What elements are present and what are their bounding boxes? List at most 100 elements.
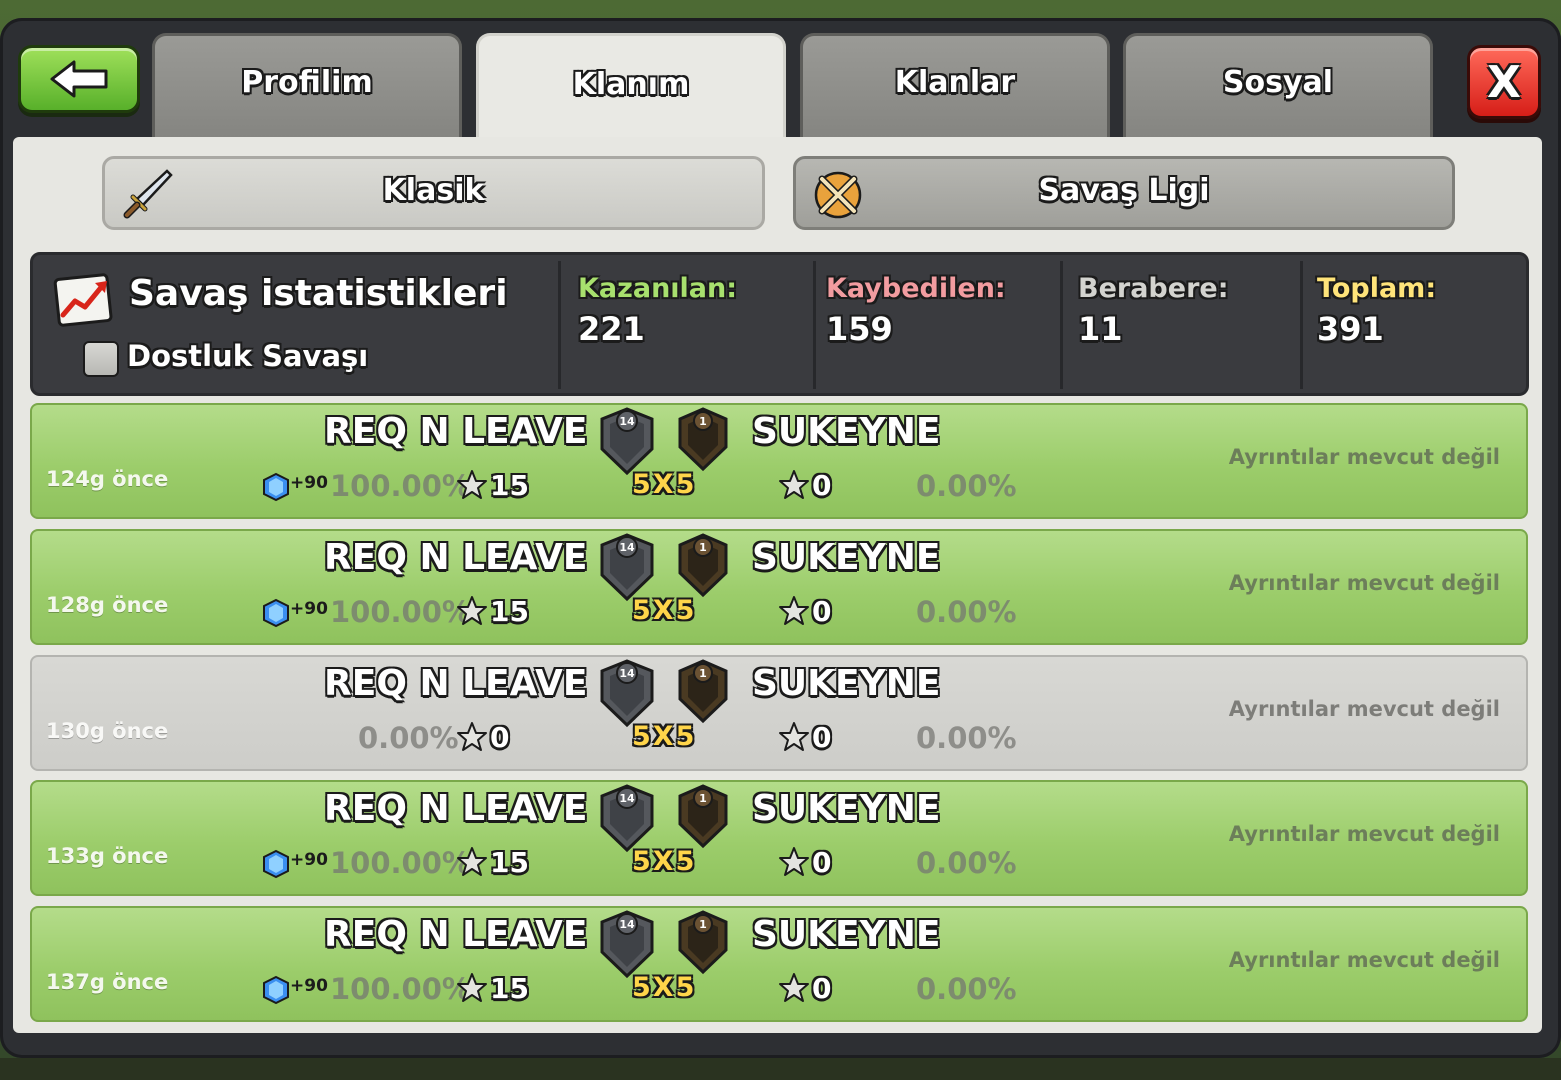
enemy-clan-name: SUKEYNE (752, 411, 941, 452)
stats-title: Savaş istatistikleri (129, 273, 508, 314)
friendly-war-label: Dostluk Savaşı (127, 339, 369, 373)
clan-badge-icon: 1 (678, 407, 728, 472)
clan-badge-icon: 14 (600, 659, 654, 728)
home-stars: 15 (490, 469, 529, 502)
enemy-stars: 0 (812, 972, 832, 1005)
enemy-destruction: 0.00% (916, 972, 1017, 1006)
clan-badge-icon: 1 (678, 784, 728, 849)
star-icon (779, 596, 809, 625)
stat-won: Kazanılan: 221 (578, 273, 737, 348)
war-size: 5X5 (632, 469, 697, 500)
star-icon (457, 470, 487, 499)
war-log-row[interactable]: 124g önce REQ N LEAVE +90 100.00% 15 14 … (30, 403, 1528, 519)
stat-lost-value: 159 (826, 310, 893, 348)
stat-won-value: 221 (578, 310, 645, 348)
home-destruction: 100.00% (330, 972, 471, 1006)
home-stars: 15 (490, 846, 529, 879)
enemy-destruction: 0.00% (916, 846, 1017, 880)
xp-gem-icon (263, 975, 289, 1005)
war-details-link[interactable]: Ayrıntılar mevcut değil (1229, 445, 1500, 469)
svg-text:14: 14 (619, 792, 635, 805)
war-xp: +90 (290, 850, 328, 870)
war-size: 5X5 (632, 721, 697, 752)
enemy-clan-name: SUKEYNE (752, 537, 941, 578)
war-xp: +90 (290, 599, 328, 619)
war-details-link[interactable]: Ayrıntılar mevcut değil (1229, 948, 1500, 972)
stats-divider (558, 261, 561, 389)
clan-badge-icon: 14 (600, 910, 654, 979)
war-league-label: Savaş Ligi (1038, 173, 1210, 208)
war-league-button[interactable]: Savaş Ligi (793, 156, 1455, 230)
tab-profile-label: Profilim (241, 65, 373, 100)
tab-social-label: Sosyal (1222, 65, 1334, 100)
home-clan-name: REQ N LEAVE (324, 788, 588, 829)
chart-icon (53, 273, 113, 327)
xp-gem-icon (263, 849, 289, 879)
clan-badge-icon: 1 (678, 659, 728, 724)
stats-divider (1300, 261, 1303, 389)
svg-text:1: 1 (699, 792, 707, 805)
tab-profile[interactable]: Profilim (152, 33, 462, 137)
friendly-war-checkbox[interactable] (83, 341, 119, 377)
svg-text:1: 1 (699, 918, 707, 931)
svg-text:14: 14 (619, 415, 635, 428)
svg-text:1: 1 (699, 667, 707, 680)
classic-war-label: Klasik (382, 173, 485, 208)
arrow-left-icon (50, 60, 108, 98)
stat-won-label: Kazanılan: (578, 273, 738, 304)
xp-gem-icon (263, 598, 289, 628)
enemy-stars: 0 (812, 721, 832, 754)
home-clan-name: REQ N LEAVE (324, 537, 588, 578)
tab-clans[interactable]: Klanlar (800, 33, 1110, 137)
xp-gem-icon (263, 472, 289, 502)
star-icon (457, 847, 487, 876)
stat-lost-label: Kaybedilen: (826, 273, 1006, 304)
star-icon (779, 847, 809, 876)
enemy-stars: 0 (812, 846, 832, 879)
clan-badge-icon: 14 (600, 533, 654, 602)
bottom-strip (0, 1058, 1561, 1080)
war-log-row[interactable]: 128g önce REQ N LEAVE +90 100.00% 15 14 … (30, 529, 1528, 645)
home-destruction: 100.00% (330, 469, 471, 503)
star-icon (779, 973, 809, 1002)
enemy-clan-name: SUKEYNE (752, 914, 941, 955)
star-icon (779, 470, 809, 499)
war-log-row[interactable]: 137g önce REQ N LEAVE +90 100.00% 15 14 … (30, 906, 1528, 1022)
star-icon (779, 722, 809, 751)
war-size: 5X5 (632, 595, 697, 626)
svg-text:1: 1 (699, 541, 707, 554)
home-stars: 15 (490, 972, 529, 1005)
clan-badge-icon: 14 (600, 407, 654, 476)
war-details-link[interactable]: Ayrıntılar mevcut değil (1229, 822, 1500, 846)
war-time-ago: 137g önce (46, 970, 169, 994)
enemy-clan-name: SUKEYNE (752, 788, 941, 829)
back-button[interactable] (18, 45, 140, 113)
home-clan-name: REQ N LEAVE (324, 914, 588, 955)
svg-text:14: 14 (619, 667, 635, 680)
enemy-stars: 0 (812, 595, 832, 628)
svg-text:14: 14 (619, 541, 635, 554)
star-icon (457, 722, 487, 751)
war-size: 5X5 (632, 972, 697, 1003)
war-log-row[interactable]: 133g önce REQ N LEAVE +90 100.00% 15 14 … (30, 780, 1528, 896)
war-xp: +90 (290, 976, 328, 996)
tab-my-clan[interactable]: Klanım (476, 33, 786, 141)
star-icon (457, 596, 487, 625)
tab-social[interactable]: Sosyal (1123, 33, 1433, 137)
war-log-row[interactable]: 130g önce REQ N LEAVE 0.00% 0 14 1 5X5 S… (30, 655, 1528, 771)
clan-badge-icon: 1 (678, 533, 728, 598)
close-button[interactable]: X (1467, 45, 1541, 119)
home-clan-name: REQ N LEAVE (324, 663, 588, 704)
home-stars: 0 (490, 721, 510, 754)
svg-text:14: 14 (619, 918, 635, 931)
home-destruction: 100.00% (330, 846, 471, 880)
war-details-link[interactable]: Ayrıntılar mevcut değil (1229, 697, 1500, 721)
home-destruction: 100.00% (330, 595, 471, 629)
stats-divider (813, 261, 816, 389)
war-details-link[interactable]: Ayrıntılar mevcut değil (1229, 571, 1500, 595)
classic-war-button[interactable]: Klasik (102, 156, 765, 230)
tab-clans-label: Klanlar (894, 65, 1016, 100)
war-time-ago: 128g önce (46, 593, 169, 617)
stat-draw: Berabere: 11 (1078, 273, 1229, 348)
star-icon (457, 973, 487, 1002)
